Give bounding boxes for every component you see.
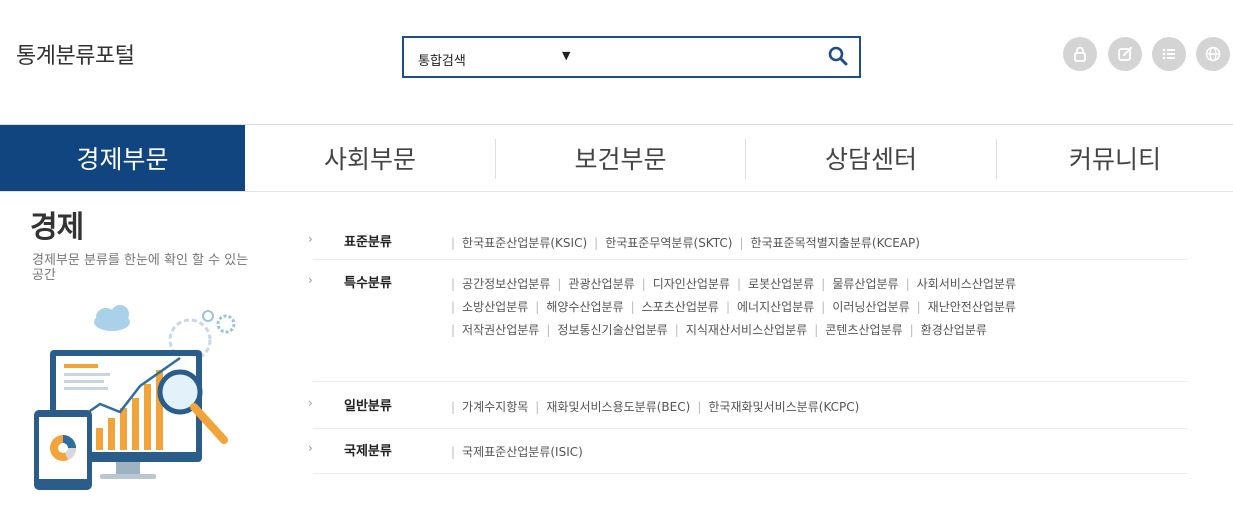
section-title: 경제 <box>30 210 84 245</box>
chevron-right-icon: › <box>308 396 313 410</box>
join-button[interactable] <box>1108 37 1142 71</box>
chevron-right-icon: › <box>308 232 313 246</box>
search-box: 통합검색 ▼ <box>402 36 861 78</box>
link-kcpc[interactable]: 한국재화및서비스분류(KCPC) <box>708 400 859 414</box>
link-spatial-info[interactable]: 공간정보산업분류 <box>462 277 550 291</box>
lock-icon <box>1074 46 1086 62</box>
link-elearning[interactable]: 이러닝산업분류 <box>832 300 909 314</box>
search-button[interactable] <box>823 43 853 71</box>
link-social-service[interactable]: 사회서비스산업분류 <box>917 277 1016 291</box>
link-household[interactable]: 가계수지항목 <box>462 400 528 414</box>
link-fire[interactable]: 소방산업분류 <box>462 300 528 314</box>
category-links: | 공간정보산업분류 | 관광산업분류 | 디자인산업분류 | 로봇산업분류 | 물류산업분류 | 사… <box>451 277 1017 337</box>
category-name[interactable]: 표준분류 <box>344 231 392 250</box>
search-input[interactable] <box>594 44 814 70</box>
link-tourism[interactable]: 관광산업분류 <box>568 277 634 291</box>
search-scope-select[interactable]: 통합검색 <box>418 50 466 69</box>
section-description: 경제부문 분류를 한눈에 확인 할 수 있는 공간 <box>32 253 249 283</box>
row-divider <box>313 259 1188 260</box>
link-marine[interactable]: 해양수산업분류 <box>546 300 623 314</box>
link-sports[interactable]: 스포츠산업분류 <box>642 300 719 314</box>
category-links: | 한국표준산업분류(KSIC) | 한국표준무역분류(SKTC) | 한국표준목적별지출… <box>451 236 920 250</box>
link-kceap[interactable]: 한국표준목적별지출분류(KCEAP) <box>750 236 919 250</box>
nav-health[interactable]: 보건부문 <box>496 125 745 191</box>
category-name[interactable]: 일반분류 <box>344 395 392 414</box>
link-disaster-safety[interactable]: 재난안전산업분류 <box>928 300 1016 314</box>
analytics-illustration <box>30 300 250 495</box>
category-links: | 국제표준산업분류(ISIC) <box>451 445 583 459</box>
link-copyright[interactable]: 저작권산업분류 <box>462 323 539 337</box>
link-ip-service[interactable]: 지식재산서비스산업분류 <box>686 323 807 337</box>
chevron-right-icon: › <box>308 441 313 455</box>
site-title[interactable]: 통계분류포털 <box>16 38 135 70</box>
link-environment[interactable]: 환경산업분류 <box>921 323 987 337</box>
list-icon <box>1162 48 1175 60</box>
row-divider <box>313 473 1188 474</box>
link-logistics[interactable]: 물류산업분류 <box>832 277 898 291</box>
link-sktc[interactable]: 한국표준무역분류(SKTC) <box>605 236 732 250</box>
link-energy[interactable]: 에너지산업분류 <box>737 300 814 314</box>
category-links: | 가계수지항목 | 재화및서비스용도분류(BEC) | 한국재화및서비스분류(KCPC) <box>451 400 860 414</box>
nav-society[interactable]: 사회부문 <box>245 125 495 191</box>
sitemap-button[interactable] <box>1152 37 1186 71</box>
category-name[interactable]: 특수분류 <box>344 272 392 291</box>
link-ksic[interactable]: 한국표준산업분류(KSIC) <box>462 236 587 250</box>
globe-icon <box>1205 46 1221 62</box>
link-ict[interactable]: 정보통신기술산업분류 <box>557 323 667 337</box>
chevron-right-icon: › <box>308 273 313 287</box>
nav-community[interactable]: 커뮤니티 <box>997 125 1233 191</box>
main-nav: 경제부문 사회부문 보건부문 상담센터 커뮤니티 <box>0 125 1233 191</box>
nav-economy[interactable]: 경제부문 <box>0 125 245 191</box>
login-button[interactable] <box>1063 37 1097 71</box>
link-design[interactable]: 디자인산업분류 <box>653 277 730 291</box>
link-isic[interactable]: 국제표준산업분류(ISIC) <box>462 445 583 459</box>
link-bec[interactable]: 재화및서비스용도분류(BEC) <box>546 400 690 414</box>
category-name[interactable]: 국제분류 <box>344 440 392 459</box>
link-robot[interactable]: 로봇산업분류 <box>748 277 814 291</box>
edit-icon <box>1118 47 1132 61</box>
row-divider <box>313 428 1188 429</box>
language-button[interactable] <box>1196 37 1230 71</box>
row-divider <box>313 381 1188 382</box>
search-icon <box>828 46 848 65</box>
analytics-illustration-icon <box>34 305 236 490</box>
link-contents[interactable]: 콘텐츠산업분류 <box>825 323 902 337</box>
nav-consulting[interactable]: 상담센터 <box>746 125 996 191</box>
nav-bottom-border <box>0 191 1233 192</box>
chevron-down-icon[interactable]: ▼ <box>562 49 570 62</box>
